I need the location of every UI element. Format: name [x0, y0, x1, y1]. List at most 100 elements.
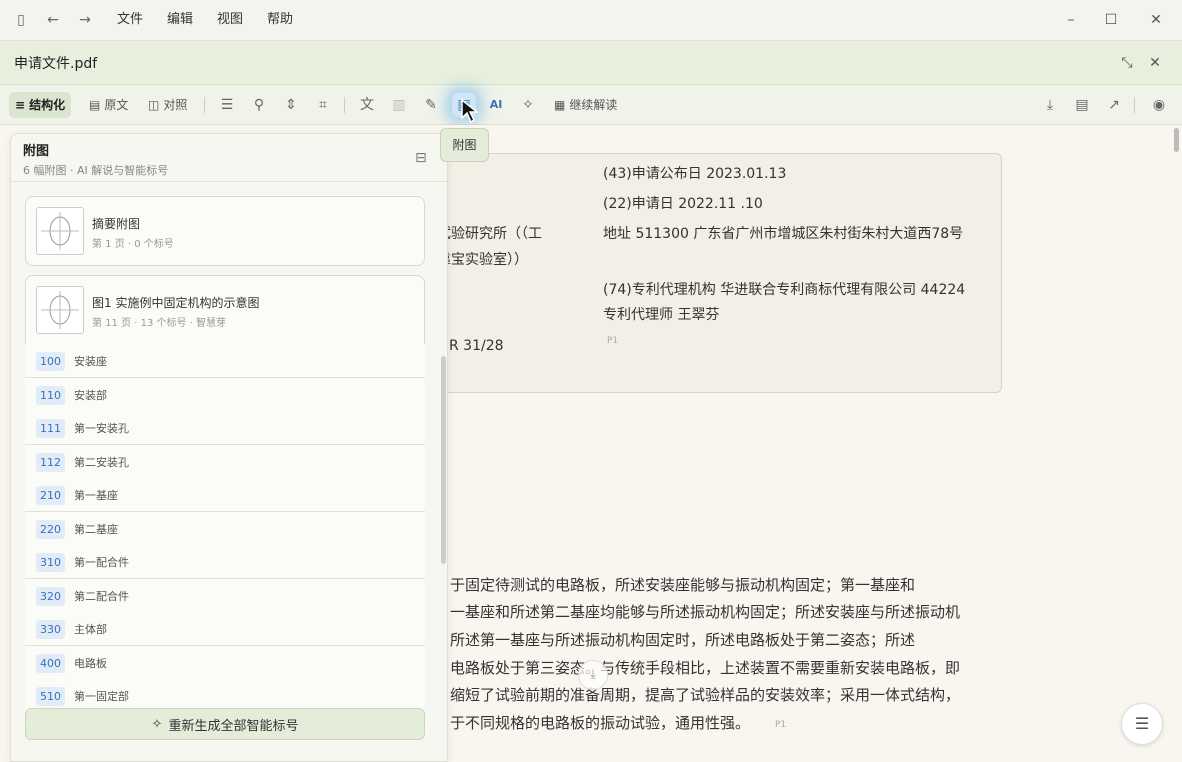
regenerate-labels-button[interactable]: ✧ 重新生成全部智能标号: [25, 708, 425, 740]
document-title: 申请文件.pdf: [14, 53, 97, 73]
layout-icon[interactable]: ▤: [1070, 93, 1094, 117]
figure-title: 图1 实施例中固定机构的示意图: [92, 294, 259, 311]
back-arrow-icon[interactable]: ←: [42, 10, 64, 30]
clapper-icon: ▦: [554, 92, 565, 118]
menu-file[interactable]: 文件: [117, 10, 143, 30]
page-ref: P1: [607, 336, 618, 346]
applicant-line-2: 靠宝实验室））: [437, 250, 528, 270]
agency: (74)专利代理机构 华进联合专利商标代理有限公司 44224: [603, 280, 965, 300]
regenerate-label: 重新生成全部智能标号: [168, 715, 298, 734]
body-line: 所述第一基座与所述振动机构固定时，所述电路板处于第二姿态；所述: [450, 626, 915, 654]
original-view-button[interactable]: ▤原文: [83, 92, 134, 118]
label-row[interactable]: 400 电路板: [25, 646, 425, 680]
figure-meta: 第 11 页 · 13 个标号 · 智慧芽: [92, 314, 226, 329]
maximize-icon[interactable]: ☐: [1099, 10, 1123, 30]
split-view-icon: ◫: [148, 92, 159, 118]
menu-view[interactable]: 视图: [217, 10, 243, 30]
label-name: 第一基座: [74, 487, 118, 503]
label-name: 第二配合件: [74, 588, 129, 604]
label-row[interactable]: 111 第一安装孔: [25, 411, 425, 445]
applicant-line-1: 试验研究所（（工: [437, 224, 542, 244]
document-header: 申请文件.pdf ⤡ ✕: [0, 41, 1182, 85]
menu-help[interactable]: 帮助: [267, 10, 293, 30]
label-row[interactable]: 100 安装座: [25, 344, 425, 378]
expand-collapse-icon[interactable]: ⇕: [279, 93, 303, 117]
body-line: 电路板处于第三姿态。与传统手段相比，上述装置不需要重新安装电路板，即: [450, 654, 960, 682]
collapse-panel-icon[interactable]: ⊟: [415, 150, 427, 166]
application-date: (22)申请日 2022.11 .10: [603, 194, 763, 214]
chat-icon[interactable]: ☰: [1121, 703, 1163, 745]
translate-icon[interactable]: 文: [355, 93, 379, 117]
original-label: 原文: [104, 92, 128, 118]
external-link-icon[interactable]: ↗: [1102, 93, 1126, 117]
figure-card[interactable]: 图1 实施例中固定机构的示意图 第 11 页 · 13 个标号 · 智慧芽: [25, 275, 425, 345]
figure-thumbnail: [36, 207, 84, 255]
figure-thumbnail: [36, 286, 84, 334]
address: 地址 511300 广东省广州市增城区朱村街朱村大道西78号: [603, 224, 963, 244]
forward-arrow-icon[interactable]: →: [74, 10, 96, 30]
label-row[interactable]: 330 主体部: [25, 612, 425, 646]
label-name: 电路板: [74, 655, 107, 671]
label-number: 220: [36, 520, 65, 539]
palette-icon[interactable]: ◉: [1147, 93, 1171, 117]
label-number: 320: [36, 587, 65, 606]
close-window-icon[interactable]: ✕: [1144, 10, 1168, 30]
panel-scrollbar[interactable]: [441, 356, 446, 564]
search-icon[interactable]: ⚲: [247, 93, 271, 117]
label-number: 112: [36, 453, 65, 472]
label-row[interactable]: 112 第二安装孔: [25, 445, 425, 479]
label-name: 安装座: [74, 353, 107, 369]
continue-reading-button[interactable]: ▦继续解读: [548, 92, 623, 118]
structured-view-button[interactable]: ≡结构化: [9, 92, 71, 118]
panel-title: 附图: [23, 140, 49, 159]
structured-label: 结构化: [29, 92, 65, 118]
label-row[interactable]: 220 第二基座: [25, 512, 425, 546]
body-line: 于固定待测试的电路板，所述安装座能够与振动机构固定；第一基座和: [450, 571, 915, 599]
collapse-icon[interactable]: ⤡: [1115, 53, 1139, 73]
classification: R 31/28: [449, 336, 504, 356]
mouse-cursor-icon: [460, 98, 482, 124]
sparkle-icon: ✧: [152, 717, 163, 732]
agent: 专利代理师 王翠芬: [603, 305, 719, 325]
toolbar-divider: [344, 97, 345, 113]
label-name: 第一配合件: [74, 554, 129, 570]
sparkle-icon[interactable]: ✧: [516, 93, 540, 117]
label-name: 第二安装孔: [74, 454, 129, 470]
toolbar: ≡结构化 ▤原文 ◫对照 ☰ ⚲ ⇕ ⌗ 文 ▥ ✎ ▣ AI ✧ ▦继续解读 …: [0, 85, 1182, 125]
scan-icon[interactable]: ⌗: [311, 93, 335, 117]
download-icon[interactable]: ⤓: [1038, 93, 1062, 117]
label-name: 第二基座: [74, 521, 118, 537]
highlighter-icon[interactable]: ✎: [419, 93, 443, 117]
book-icon[interactable]: ▥: [387, 93, 411, 117]
scroll-down-icon[interactable]: ⤓: [578, 660, 608, 690]
figure-title: 摘要附图: [92, 215, 140, 232]
body-line: 于不同规格的电路板的振动试验，通用性强。: [450, 709, 750, 737]
figure-card[interactable]: 摘要附图 第 1 页 · 0 个标号: [25, 196, 425, 266]
label-number: 110: [36, 386, 65, 405]
label-number: 330: [36, 620, 65, 639]
label-number: 510: [36, 687, 65, 706]
toolbar-divider: [204, 97, 205, 113]
label-name: 主体部: [74, 621, 107, 637]
label-number: 111: [36, 419, 65, 438]
label-number: 400: [36, 654, 65, 673]
page-ref: P1: [775, 720, 786, 730]
label-number: 100: [36, 352, 65, 371]
bibliographic-box: (43)申请公布日 2023.01.13 (22)申请日 2022.11 .10…: [420, 153, 1002, 393]
label-row[interactable]: 320 第二配合件: [25, 579, 425, 613]
toolbar-divider: [1134, 97, 1135, 113]
close-document-icon[interactable]: ✕: [1143, 53, 1167, 73]
outline-list-icon[interactable]: ☰: [215, 93, 239, 117]
label-name: 第一安装孔: [74, 420, 129, 436]
minimize-icon[interactable]: –: [1059, 10, 1083, 30]
divider: [11, 181, 448, 182]
title-bar: ▯ ← → 文件 编辑 视图 帮助 – ☐ ✕: [0, 0, 1182, 41]
sidebar-toggle-icon[interactable]: ▯: [10, 10, 32, 30]
label-row[interactable]: 110安装部: [25, 378, 425, 412]
ai-icon[interactable]: AI: [484, 93, 508, 117]
document-scrollbar[interactable]: [1174, 128, 1179, 152]
label-row[interactable]: 310第一配合件: [25, 545, 425, 579]
compare-view-button[interactable]: ◫对照: [142, 92, 193, 118]
menu-edit[interactable]: 编辑: [167, 10, 193, 30]
label-row[interactable]: 210第一基座: [25, 478, 425, 512]
